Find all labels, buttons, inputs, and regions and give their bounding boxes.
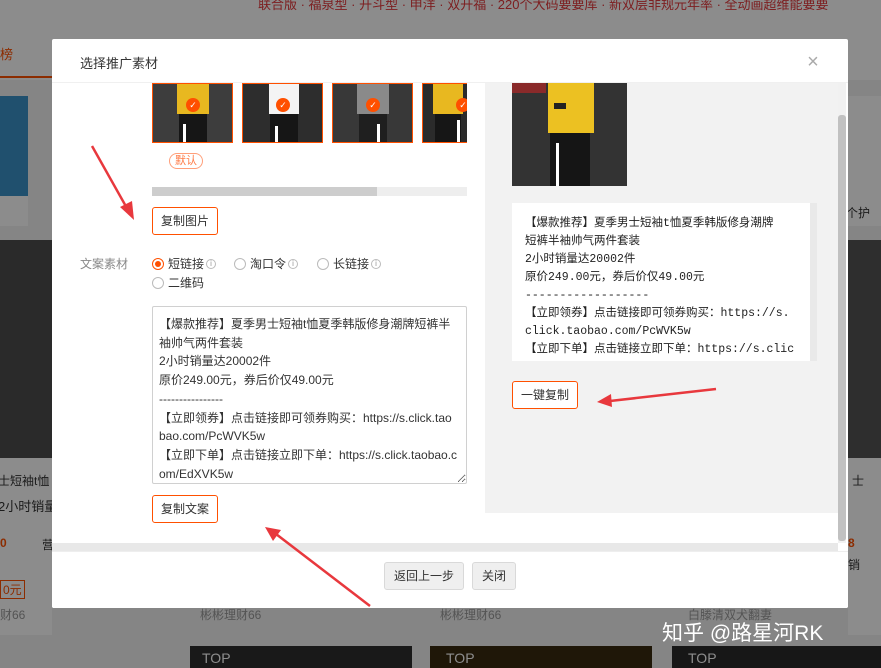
info-icon[interactable]: i	[206, 258, 217, 269]
radio-taokouling-label: 淘口令	[250, 257, 287, 271]
selected-check-icon: ✓	[276, 98, 290, 112]
preview-product-image	[512, 83, 627, 186]
radio-short-link-label: 短链接	[168, 257, 205, 271]
product-image-thumbnail[interactable]: ✓	[422, 83, 467, 143]
watermark: 知乎 @路星河RK	[662, 622, 824, 645]
close-icon[interactable]: ×	[804, 52, 822, 72]
preview-text-line: ------------------	[525, 289, 650, 302]
copy-text-line: 原价249.00元，券后价仅49.00元	[159, 373, 334, 388]
preview-text-line: 原价249.00元，券后价仅49.00元	[525, 271, 705, 284]
product-image-thumbnail[interactable]: ✓	[152, 83, 233, 143]
preview-text-line: 短裤半袖帅气两件套装	[525, 235, 640, 248]
dialog-footer: 返回上一步 关闭	[52, 551, 848, 608]
copy-text-line: 【立即领券】点击链接即可领券购买：https://s.click.tao	[159, 410, 452, 425]
dialog-title: 选择推广素材	[80, 56, 159, 71]
radio-qrcode-dot[interactable]	[152, 276, 164, 289]
radio-qrcode-label: 二维码	[168, 276, 205, 290]
radio-short-link[interactable]: 短链接 i	[152, 255, 217, 272]
radio-long-link-label: 长链接	[333, 257, 370, 271]
product-photo-icon	[333, 84, 412, 142]
selected-check-icon: ✓	[186, 98, 200, 112]
preview-text-line: 【爆款推荐】夏季男士短袖t恤夏季韩版修身潮牌	[525, 217, 774, 230]
radio-long-link[interactable]: 长链接 i	[317, 255, 382, 272]
selected-check-icon: ✓	[456, 98, 467, 112]
product-image-thumbnail[interactable]: ✓	[242, 83, 323, 143]
preview-text-line: click.taobao.com/PcWVK5w	[525, 325, 691, 338]
radio-short-link-dot[interactable]	[152, 257, 164, 270]
copy-text-line: ----------------	[159, 391, 223, 406]
dialog-body: ✓ ✓ ✓ ✓ 默认 复制图片 文案素材 短链接 i 淘口令 i 长链接 i 二…	[52, 83, 848, 543]
product-image-thumbnail[interactable]: ✓	[332, 83, 413, 143]
copy-material-label: 文案素材	[80, 257, 129, 271]
promo-material-dialog: 选择推广素材 × ✓ ✓ ✓ ✓ 默认 复制图片 文案素材 短链接 i 淘口令 …	[52, 39, 848, 608]
preview-scrollbar[interactable]	[810, 203, 817, 361]
copy-text-line: om/EdXVK5w	[159, 466, 234, 481]
radio-long-link-dot[interactable]	[317, 257, 329, 270]
product-photo-icon	[512, 83, 627, 186]
preview-text-line: 【立即领券】点击链接即可领券购买：https://s.	[525, 307, 790, 320]
copy-image-button[interactable]: 复制图片	[152, 207, 219, 235]
product-photo-icon	[153, 84, 232, 142]
preview-text-line: 【立即下单】点击链接立即下单：https://s.clic	[525, 343, 795, 356]
image-strip-scrollbar[interactable]	[152, 187, 467, 196]
dialog-horizontal-scrollbar[interactable]	[52, 543, 838, 551]
dialog-header: 选择推广素材 ×	[52, 39, 848, 83]
dialog-vertical-scrollbar-thumb[interactable]	[838, 115, 846, 541]
product-photo-icon	[423, 84, 467, 142]
copy-text-line: 2小时销量达20002件	[159, 354, 272, 369]
back-button[interactable]: 返回上一步	[384, 562, 465, 590]
product-photo-icon	[243, 84, 322, 142]
info-icon[interactable]: i	[288, 258, 299, 269]
selected-check-icon: ✓	[366, 98, 380, 112]
one-click-copy-button[interactable]: 一键复制	[512, 381, 579, 409]
preview-panel: 【爆款推荐】夏季男士短袖t恤夏季韩版修身潮牌 短裤半袖帅气两件套装 2小时销量达20…	[485, 83, 838, 513]
radio-taokouling[interactable]: 淘口令 i	[234, 255, 299, 272]
default-image-tag: 默认	[169, 153, 203, 169]
copy-text-line: 【爆款推荐】夏季男士短袖t恤夏季韩版修身潮牌短裤半	[159, 317, 451, 331]
info-icon[interactable]: i	[371, 258, 382, 269]
radio-qrcode[interactable]: 二维码	[152, 274, 204, 291]
radio-taokouling-dot[interactable]	[234, 257, 246, 270]
copy-text-line: 袖帅气两件套装	[159, 335, 244, 350]
copy-text-line: bao.com/PcWVK5w	[159, 429, 266, 444]
preview-text-line: 2小时销量达20002件	[525, 253, 636, 266]
close-button[interactable]: 关闭	[472, 562, 517, 590]
image-strip-scrollbar-thumb[interactable]	[152, 187, 377, 196]
dialog-vertical-scrollbar[interactable]	[838, 83, 846, 543]
copy-text-line: 【立即下单】点击链接立即下单：https://s.click.taobao.c	[159, 447, 458, 462]
copy-text-button[interactable]: 复制文案	[152, 495, 219, 523]
preview-text: 【爆款推荐】夏季男士短袖t恤夏季韩版修身潮牌 短裤半袖帅气两件套装 2小时销量达20…	[512, 203, 817, 361]
copy-text-area[interactable]: 【爆款推荐】夏季男士短袖t恤夏季韩版修身潮牌短裤半 袖帅气两件套装 2小时销量达…	[152, 306, 467, 484]
